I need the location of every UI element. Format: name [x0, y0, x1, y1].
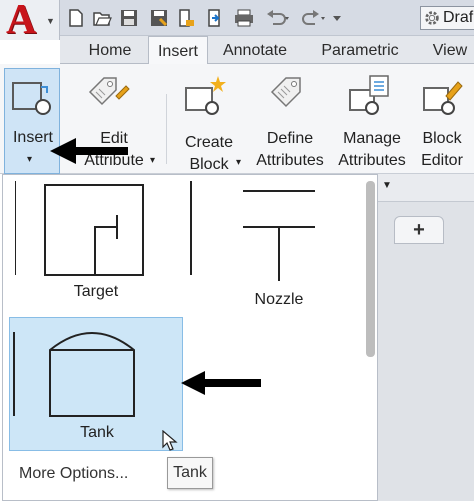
block-gallery-dropdown: Target Nozzle Tank More Options... Tank — [2, 174, 378, 501]
chevron-down-icon[interactable] — [332, 8, 342, 28]
gallery-item-target[interactable]: Target — [11, 177, 181, 307]
chevron-down-icon: ▾ — [236, 157, 242, 168]
create-block-button[interactable]: Create Block ▾ — [172, 68, 246, 174]
block-editor-button[interactable]: Block Editor — [414, 68, 470, 174]
edit-attribute-icon — [88, 77, 130, 106]
block-editor-icon — [423, 81, 463, 115]
tab-parametric[interactable]: Parametric — [308, 36, 412, 64]
create-label: Create — [184, 134, 234, 151]
manage-label: Manage — [343, 130, 401, 147]
define-attributes-label: Attributes — [256, 152, 324, 169]
nozzle-label: Nozzle — [254, 291, 304, 308]
chevron-down-icon: ▾ — [150, 155, 156, 166]
block-label: Block — [189, 156, 229, 173]
insert-block-icon — [12, 82, 51, 115]
pointer-arrow — [181, 371, 261, 395]
new-icon[interactable] — [66, 8, 86, 28]
gallery-item-nozzle[interactable]: Nozzle — [183, 177, 359, 315]
block-editor-label-1: Block — [422, 130, 462, 147]
pointer-arrow — [50, 138, 128, 164]
scrollbar-thumb[interactable] — [366, 181, 375, 357]
document-title-field[interactable]: Draf — [420, 6, 474, 30]
tank-label: Tank — [80, 424, 114, 441]
autocad-logo: A — [6, 0, 37, 43]
manage-attributes-label: Attributes — [338, 152, 406, 169]
target-label: Target — [73, 283, 119, 300]
chevron-down-icon: ▾ — [27, 154, 33, 165]
ribbon-panel: Insert ▾ Edit Attribute ▾ Create Block ▾ — [0, 64, 474, 174]
mouse-cursor-icon — [162, 430, 178, 451]
save-as-icon[interactable] — [148, 8, 170, 28]
ribbon-separator — [166, 94, 167, 164]
define-label: Define — [266, 130, 314, 147]
target-block-preview — [15, 181, 144, 276]
share-icon[interactable] — [204, 8, 224, 28]
define-attributes-button[interactable]: Define Attributes — [250, 68, 330, 174]
open-icon[interactable] — [92, 8, 112, 28]
tab-insert[interactable]: Insert — [148, 36, 208, 65]
tooltip: Tank — [167, 457, 213, 489]
document-title: Draf — [443, 9, 474, 26]
tab-annotate[interactable]: Annotate — [212, 36, 298, 64]
panel-title-strip: ▼ — [378, 174, 474, 202]
more-options-link[interactable]: More Options... — [19, 465, 128, 483]
application-menu-button[interactable]: A ▼ — [0, 0, 60, 43]
block-editor-label-2: Editor — [421, 152, 463, 169]
workspace-gear-icon — [425, 11, 439, 25]
redo-icon[interactable] — [300, 8, 326, 28]
quick-access-toolbar: A ▼ Draf — [0, 0, 474, 41]
nozzle-block-preview — [190, 181, 315, 281]
drawing-area-background: ▼ + — [378, 174, 474, 501]
save-icon[interactable] — [118, 8, 140, 28]
gallery-scrollbar[interactable] — [363, 179, 377, 479]
tab-view[interactable]: View — [420, 36, 474, 64]
tank-block-preview — [13, 332, 135, 417]
undo-icon[interactable] — [264, 8, 290, 28]
gallery-item-tank[interactable]: Tank — [9, 317, 183, 451]
chevron-down-icon[interactable]: ▼ — [382, 180, 392, 191]
tab-home[interactable]: Home — [70, 36, 150, 64]
new-drawing-tab-button[interactable]: + — [394, 216, 444, 244]
manage-attributes-button[interactable]: Manage Attributes — [332, 68, 412, 174]
define-attributes-icon — [270, 77, 301, 108]
chevron-down-icon: ▼ — [46, 16, 55, 26]
print-icon[interactable] — [232, 8, 256, 28]
create-block-icon — [185, 76, 226, 115]
manage-attributes-icon — [349, 75, 389, 115]
ribbon-tabs: Home Insert Annotate Parametric View — [60, 36, 474, 65]
export-icon[interactable] — [176, 8, 196, 28]
